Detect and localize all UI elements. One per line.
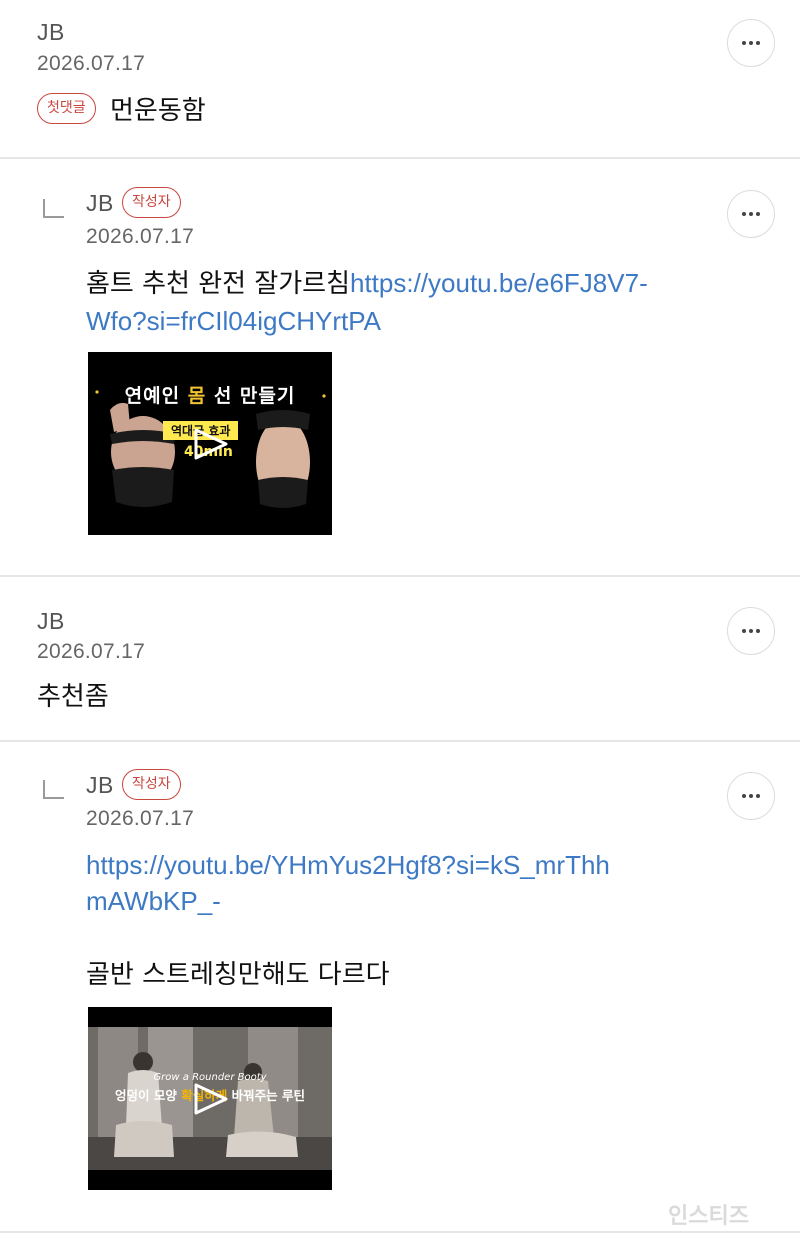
author-badge: 작성자 — [122, 187, 181, 218]
comment-2-reply: JB 작성자 2026.07.17 홈트 추천 완전 잘가르침https://y… — [0, 159, 800, 576]
comment-text: 골반 스트레칭만해도 다르다 — [86, 960, 390, 990]
play-icon[interactable] — [192, 1082, 230, 1116]
comment-text: 홈트 추천 완전 잘가르침https://youtu.be/e6FJ8V7- — [86, 264, 648, 303]
reply-arrow-icon — [43, 780, 64, 799]
comment-author[interactable]: JB — [37, 19, 65, 46]
youtube-link-continued[interactable]: Wfo?si=frCIl04igCHYrtPA — [86, 306, 381, 336]
more-dots-icon — [742, 41, 760, 45]
more-options-button[interactable] — [727, 19, 775, 67]
youtube-link-continued[interactable]: mAWbKP_- — [86, 886, 221, 916]
comment-author[interactable]: JB — [86, 190, 114, 217]
comment-text-content: 홈트 추천 완전 잘가르침 — [86, 269, 350, 299]
more-dots-icon — [742, 629, 760, 633]
thumbnail-title-part: 선 만들기 — [213, 385, 296, 407]
play-icon[interactable] — [192, 427, 230, 461]
comment-author[interactable]: JB — [86, 772, 114, 799]
comment-link: https://youtu.be/YHmYus2Hgf8?si=kS_mrThh — [86, 846, 610, 885]
comment-date: 2026.07.17 — [86, 225, 195, 248]
first-comment-badge: 첫댓글 — [37, 93, 96, 124]
thumbnail-title: 연예인 몸 선 만들기 — [88, 381, 332, 408]
comment-author[interactable]: JB — [37, 608, 65, 635]
site-watermark: 인스티즈 — [668, 1204, 749, 1229]
youtube-link[interactable]: https://youtu.be/e6FJ8V7- — [350, 268, 648, 298]
comment-link-continued: Wfo?si=frCIl04igCHYrtPA — [86, 302, 381, 341]
comment-date: 2026.07.17 — [37, 640, 146, 663]
more-options-button[interactable] — [727, 607, 775, 655]
comment-date: 2026.07.17 — [86, 807, 195, 830]
comment-link-continued: mAWbKP_- — [86, 882, 221, 921]
reply-arrow-icon — [43, 199, 64, 218]
thumbnail-title-accent: 몸 — [187, 385, 207, 407]
comment-text: 추천좀 — [37, 682, 109, 712]
more-options-button[interactable] — [727, 190, 775, 238]
video-thumbnail[interactable]: 연예인 몸 선 만들기 역대급 효과 40min — [88, 352, 332, 535]
thumbnail-title-part: 바꿔주는 루틴 — [231, 1088, 305, 1103]
thumbnail-title-part: 연예인 — [124, 385, 181, 407]
author-badge: 작성자 — [122, 769, 181, 800]
comment-date: 2026.07.17 — [37, 52, 146, 75]
comment-text: 먼운동함 — [110, 96, 206, 126]
thumbnail-title-part: 엉덩이 모양 — [115, 1088, 177, 1103]
more-dots-icon — [742, 794, 760, 798]
comment-divider — [0, 1231, 800, 1233]
more-dots-icon — [742, 212, 760, 216]
comment-4-reply: JB 작성자 2026.07.17 https://youtu.be/YHmYu… — [0, 742, 800, 1232]
comment-1: JB 2026.07.17 첫댓글 먼운동함 — [0, 0, 800, 158]
more-options-button[interactable] — [727, 772, 775, 820]
video-thumbnail[interactable]: Grow a Rounder Booty 엉덩이 모양 확실하게 바꿔주는 루틴 — [88, 1007, 332, 1190]
youtube-link[interactable]: https://youtu.be/YHmYus2Hgf8?si=kS_mrThh — [86, 850, 610, 880]
comment-3: JB 2026.07.17 추천좀 — [0, 577, 800, 741]
